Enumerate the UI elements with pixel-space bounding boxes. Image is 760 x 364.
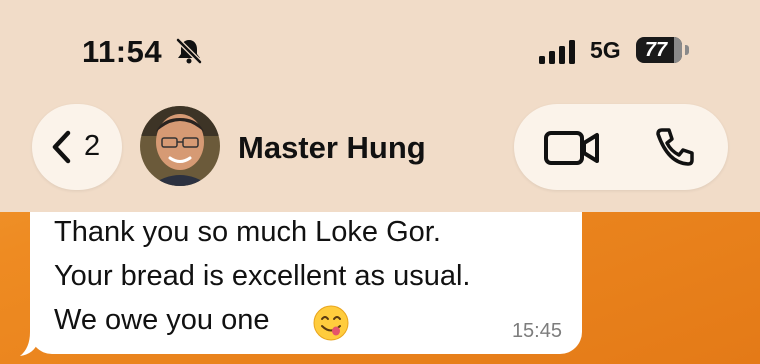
status-bar: 11:54 5G 77 (0, 0, 760, 100)
message-timestamp: 15:45 (511, 320, 562, 342)
bell-slash-icon (176, 38, 202, 64)
phone-icon[interactable] (652, 126, 696, 170)
video-camera-icon[interactable] (544, 130, 600, 166)
status-time: 11:54 (82, 34, 163, 69)
chevron-left-icon (52, 130, 71, 164)
battery-nub (685, 45, 689, 55)
message-line: Your bread is excellent as usual. (54, 260, 471, 292)
call-actions (514, 104, 728, 190)
message-line: We owe you one (54, 304, 270, 336)
network-type: 5G (590, 37, 621, 63)
battery-level: 77 (644, 39, 668, 61)
battery-icon: 77 (636, 37, 682, 63)
unread-count: 2 (84, 130, 101, 162)
signal-bars-icon (539, 40, 575, 64)
incoming-message-bubble[interactable]: Thank you so much Loke Gor. Your bread i… (30, 196, 582, 354)
bubble-tail (20, 320, 38, 356)
message-line: Thank you so much Loke Gor. (54, 216, 441, 248)
chat-header: 11:54 5G 77 2 Master Hung (0, 0, 760, 212)
face-savoring-food-emoji-icon (313, 305, 349, 341)
contact-avatar[interactable] (140, 106, 220, 186)
contact-name[interactable]: Master Hung (238, 130, 426, 166)
back-button[interactable]: 2 (32, 104, 122, 190)
